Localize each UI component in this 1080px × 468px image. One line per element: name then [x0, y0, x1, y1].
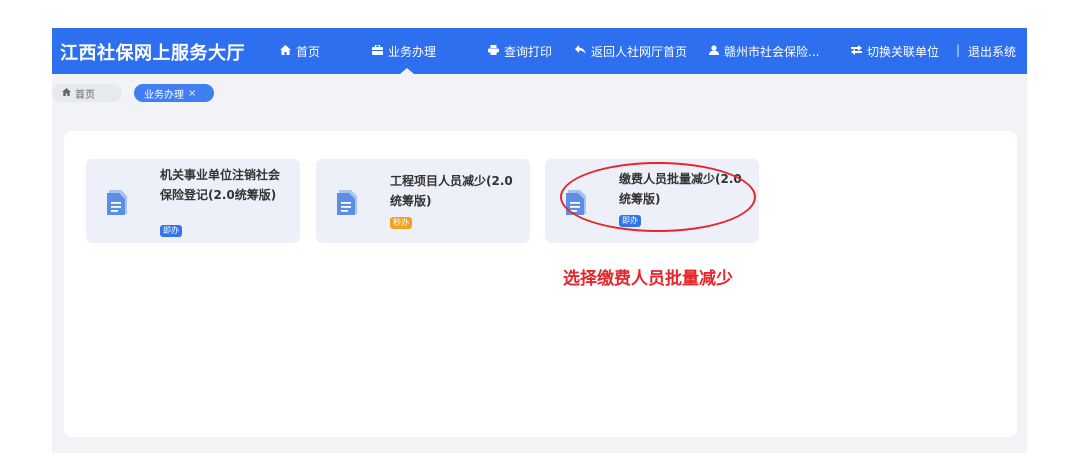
- business-panel: 机关事业单位注销社会保险登记(2.0统筹版) 即办 工程项目人员减少(2.0统筹…: [64, 131, 1017, 437]
- top-navbar: 江西社保网上服务大厅 首页 业务办理 查询打印 返回人社网厅首页 赣州市社会保险…: [52, 28, 1027, 74]
- home-icon: [62, 87, 71, 99]
- app-window: 江西社保网上服务大厅 首页 业务办理 查询打印 返回人社网厅首页 赣州市社会保险…: [52, 28, 1027, 453]
- tab-business[interactable]: 业务办理 ×: [134, 84, 214, 102]
- nav-back-portal[interactable]: 返回人社网厅首页: [575, 43, 687, 60]
- nav-business-label: 业务办理: [388, 45, 437, 59]
- instruction-annotation: 选择缴费人员批量减少: [563, 269, 733, 289]
- nav-query-print[interactable]: 查询打印: [488, 43, 552, 60]
- nav-switch-unit[interactable]: 切换关联单位: [851, 43, 939, 60]
- site-title: 江西社保网上服务大厅: [60, 43, 245, 64]
- close-icon[interactable]: ×: [188, 88, 196, 99]
- tab-bar: 首页 业务办理 ×: [52, 80, 1027, 106]
- switch-icon: [851, 45, 862, 58]
- document-icon: [106, 189, 128, 215]
- nav-user-unit-label: 赣州市社会保险...: [724, 45, 820, 59]
- service-card[interactable]: 工程项目人员减少(2.0统筹版) 秒办: [316, 159, 530, 243]
- active-nav-indicator: [400, 68, 414, 74]
- nav-back-portal-label: 返回人社网厅首页: [591, 45, 688, 59]
- service-card-title: 工程项目人员减少(2.0统筹版): [390, 174, 513, 208]
- document-icon: [336, 189, 358, 215]
- service-card-title: 机关事业单位注销社会保险登记(2.0统筹版): [160, 168, 281, 202]
- nav-business[interactable]: 业务办理: [372, 43, 436, 60]
- tab-home-label: 首页: [75, 89, 95, 101]
- back-arrow-icon: [575, 45, 586, 58]
- nav-logout-label: 退出系统: [968, 45, 1017, 59]
- home-icon: [280, 45, 291, 58]
- service-badge: 即办: [160, 225, 182, 237]
- nav-query-print-label: 查询打印: [504, 45, 553, 59]
- nav-home[interactable]: 首页: [280, 43, 320, 60]
- nav-logout[interactable]: 退出系统: [968, 43, 1016, 60]
- nav-switch-unit-label: 切换关联单位: [867, 45, 940, 59]
- print-icon: [488, 45, 499, 58]
- tab-home[interactable]: 首页: [52, 84, 122, 102]
- nav-home-label: 首页: [296, 45, 321, 59]
- service-card[interactable]: 机关事业单位注销社会保险登记(2.0统筹版) 即办: [86, 159, 300, 243]
- service-badge: 秒办: [390, 217, 412, 229]
- briefcase-icon: [372, 44, 383, 58]
- user-icon: [709, 45, 719, 58]
- highlight-ellipse: [560, 162, 756, 232]
- nav-separator: |: [956, 43, 961, 57]
- tab-business-label: 业务办理: [144, 89, 184, 101]
- nav-user-unit[interactable]: 赣州市社会保险...: [709, 43, 819, 60]
